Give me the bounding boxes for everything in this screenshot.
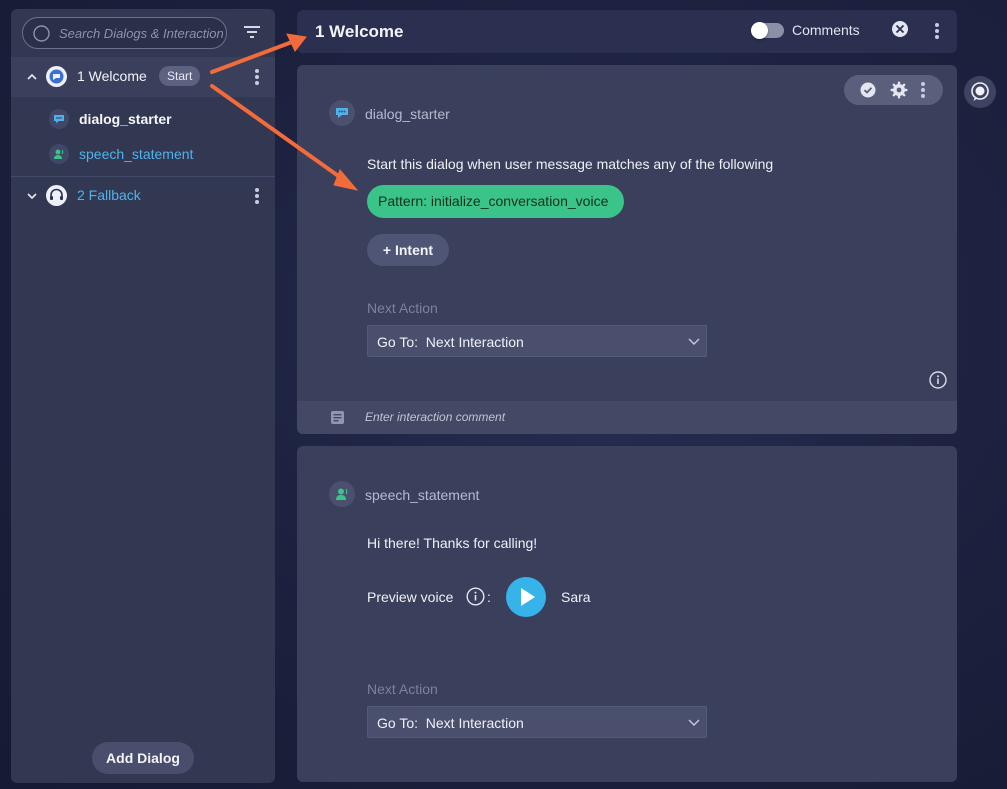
comment-bar[interactable]: Enter interaction comment [297, 401, 957, 434]
card-toolbar [844, 75, 943, 105]
comments-toggle[interactable] [751, 22, 784, 39]
speaking-person-icon [329, 481, 355, 507]
interaction-label: speech_statement [79, 146, 194, 162]
preview-voice-colon: : [487, 589, 491, 605]
dialog-row-welcome[interactable]: 1 Welcome Start [11, 57, 275, 97]
comments-label: Comments [792, 22, 860, 38]
play-voice-button[interactable] [506, 577, 546, 617]
toggle-knob [751, 22, 768, 39]
check-icon[interactable] [860, 82, 876, 98]
sidebar-item-dialog-starter[interactable]: dialog_starter [11, 102, 275, 136]
speech-statement-card: speech_statement Hi there! Thanks for ca… [297, 446, 957, 782]
sidebar-item-speech-statement[interactable]: speech_statement [11, 137, 275, 171]
next-action-label: Next Action [367, 300, 438, 316]
card-menu-icon[interactable] [918, 82, 928, 98]
start-badge: Start [159, 66, 201, 86]
filter-icon[interactable] [243, 23, 261, 41]
next-action-value: Go To: Next Interaction [377, 715, 524, 731]
headset-icon [46, 185, 67, 206]
next-action-select[interactable]: Go To: Next Interaction [367, 706, 707, 738]
header-menu-icon[interactable] [932, 22, 942, 40]
dialog-menu-icon[interactable] [252, 187, 262, 205]
play-icon [521, 588, 535, 606]
chat-bubble-icon [49, 109, 69, 129]
pattern-chip[interactable]: Pattern: initialize_conversation_voice [367, 185, 625, 218]
search-icon [33, 25, 50, 42]
dialog-header: 1 Welcome Comments [297, 10, 957, 53]
add-intent-button[interactable]: + Intent [367, 234, 449, 266]
dialog-label: 2 Fallback [77, 187, 141, 203]
speech-message[interactable]: Hi there! Thanks for calling! [367, 535, 537, 551]
search-input[interactable]: Search Dialogs & Interactions [22, 17, 227, 49]
dialog-starter-card: dialog_starter Start this dialog when us… [297, 65, 957, 434]
next-action-select[interactable]: Go To: Next Interaction [367, 325, 707, 357]
chevron-down-icon[interactable] [25, 189, 39, 203]
dialog-row-fallback[interactable]: 2 Fallback [11, 176, 275, 216]
add-dialog-button[interactable]: Add Dialog [92, 742, 194, 774]
page-title: 1 Welcome [315, 22, 404, 41]
dialog-label: 1 Welcome [77, 68, 147, 84]
dialog-menu-icon[interactable] [252, 68, 262, 86]
voice-name: Sara [561, 589, 591, 605]
dialog-sidebar: Search Dialogs & Interactions 1 Welcome … [11, 9, 275, 783]
info-icon[interactable] [929, 371, 947, 389]
interaction-type-label: speech_statement [365, 487, 480, 503]
comment-placeholder: Enter interaction comment [365, 410, 506, 424]
chat-bubble-icon [329, 100, 355, 126]
preview-voice-label: Preview voice [367, 589, 454, 605]
next-action-value: Go To: Next Interaction [377, 334, 524, 350]
next-action-label: Next Action [367, 681, 438, 697]
speaking-person-icon [49, 144, 69, 164]
welcome-dialog-icon [46, 66, 67, 87]
chevron-down-icon [688, 719, 700, 726]
gear-icon[interactable] [890, 81, 908, 99]
chevron-down-icon [688, 338, 700, 345]
interaction-type-label: dialog_starter [365, 106, 450, 122]
info-icon[interactable] [466, 587, 485, 606]
interaction-label: dialog_starter [79, 111, 172, 127]
collapse-icon[interactable] [891, 20, 909, 38]
trigger-description: Start this dialog when user message matc… [367, 156, 774, 172]
assistant-icon[interactable] [964, 76, 996, 108]
chevron-up-icon[interactable] [25, 70, 39, 84]
comment-note-icon [331, 411, 344, 424]
search-placeholder: Search Dialogs & Interactions [59, 26, 223, 41]
